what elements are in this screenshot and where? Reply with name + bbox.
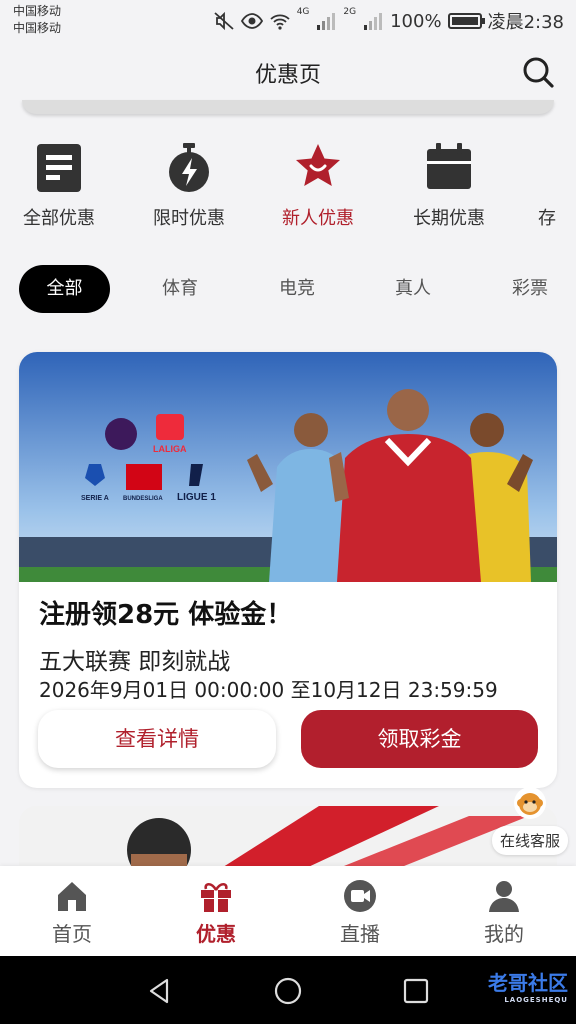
promo-banner-image[interactable]: LALIGA SERIE A BUNDESLIGA LIGUE 1 xyxy=(19,352,557,582)
online-service-button[interactable]: 在线客服 xyxy=(490,786,570,856)
claim-bonus-button[interactable]: 领取彩金 xyxy=(301,710,538,768)
logo-text: LIGUE 1 xyxy=(177,492,216,503)
bottom-nav: 首页 优惠 直播 我的 xyxy=(0,866,576,956)
scrolled-banner-edge xyxy=(22,100,554,114)
mascot-icon xyxy=(514,787,546,819)
app-header: 优惠页 xyxy=(0,40,576,104)
logo-text: BUNDESLIGA xyxy=(123,496,163,502)
signal-1-label: 4G xyxy=(296,7,310,17)
nav-live[interactable]: 直播 xyxy=(310,878,410,947)
search-icon[interactable] xyxy=(520,54,556,90)
video-icon xyxy=(344,880,376,912)
star-icon xyxy=(296,144,340,186)
battery-icon xyxy=(447,13,485,29)
category-label: 新人优惠 xyxy=(282,208,354,229)
tab-live-casino[interactable]: 真人 xyxy=(373,265,453,313)
promo-period: 2026年9月01日 00:00:00 至10月12日 23:59:59 xyxy=(39,678,498,702)
online-service-label: 在线客服 xyxy=(491,826,568,855)
category-limited-time[interactable]: 限时优惠 xyxy=(129,140,249,230)
signal-1-icon xyxy=(317,13,336,30)
back-icon[interactable] xyxy=(145,976,175,1006)
category-label: 长期优惠 xyxy=(413,208,485,229)
watermark-small-text: LAOGESHEQU xyxy=(504,996,568,1004)
battery-percent: 100% xyxy=(390,10,442,32)
logo-text: LALIGA xyxy=(153,444,187,454)
mute-icon xyxy=(214,11,234,31)
category-row: 全部优惠 限时优惠 新人优惠 长期优惠 存 xyxy=(0,140,576,240)
laliga-logo xyxy=(156,414,184,440)
promo-subtitle: 五大联赛 即刻就战 xyxy=(39,649,231,675)
tab-lottery[interactable]: 彩票 xyxy=(490,265,570,313)
carrier-2: 中国移动 xyxy=(13,21,62,35)
wifi-icon xyxy=(270,14,290,30)
logo-text: SERIE A xyxy=(81,495,109,502)
filter-tabs: 全部 体育 电竞 真人 彩票 xyxy=(0,265,576,313)
watermark-logo: 老哥社区 LAOGESHEQU xyxy=(440,970,568,1010)
category-label: 限时优惠 xyxy=(153,208,225,229)
watermark-text: 老哥社区 xyxy=(488,971,568,995)
status-bar: 中国移动 中国移动 4G 2G 100% 凌晨2:38 xyxy=(0,0,576,40)
category-label: 全部优惠 xyxy=(23,208,95,229)
home-icon xyxy=(58,882,86,911)
category-all-offers[interactable]: 全部优惠 xyxy=(0,140,119,230)
signal-2-label: 2G xyxy=(343,7,357,17)
calendar-icon xyxy=(427,143,471,189)
category-label: 存 xyxy=(538,208,556,229)
tab-all[interactable]: 全部 xyxy=(19,265,110,313)
nav-offers[interactable]: 优惠 xyxy=(166,878,266,947)
home-circle-icon[interactable] xyxy=(273,976,303,1006)
signal-2-icon xyxy=(364,13,383,30)
carrier-1: 中国移动 xyxy=(13,4,62,18)
clock: 凌晨2:38 xyxy=(487,12,564,33)
premier-league-logo xyxy=(105,418,137,450)
category-partial[interactable]: 存 xyxy=(538,140,576,230)
view-details-button[interactable]: 查看详情 xyxy=(38,710,276,768)
gift-icon xyxy=(201,882,231,912)
category-long-term[interactable]: 长期优惠 xyxy=(389,140,509,230)
category-new-user[interactable]: 新人优惠 xyxy=(258,140,378,230)
recents-icon[interactable] xyxy=(401,976,431,1006)
bundesliga-logo xyxy=(126,464,162,490)
system-nav-bar: 老哥社区 LAOGESHEQU xyxy=(0,956,576,1024)
nav-label: 优惠 xyxy=(196,922,236,946)
stopwatch-icon xyxy=(169,143,209,192)
nav-label: 首页 xyxy=(52,922,92,946)
eye-icon xyxy=(240,13,263,29)
nav-label: 直播 xyxy=(340,922,380,946)
promo-card: LALIGA SERIE A BUNDESLIGA LIGUE 1 注册领28元… xyxy=(19,352,557,788)
tab-sports[interactable]: 体育 xyxy=(140,265,220,313)
promo-title: 注册领28元 体验金！ xyxy=(39,600,293,630)
tab-esports[interactable]: 电竞 xyxy=(257,265,337,313)
user-icon xyxy=(489,881,519,912)
nav-label: 我的 xyxy=(484,922,524,946)
nav-home[interactable]: 首页 xyxy=(22,878,122,947)
document-icon xyxy=(37,144,81,192)
page-title: 优惠页 xyxy=(254,63,321,88)
nav-profile[interactable]: 我的 xyxy=(454,878,554,947)
